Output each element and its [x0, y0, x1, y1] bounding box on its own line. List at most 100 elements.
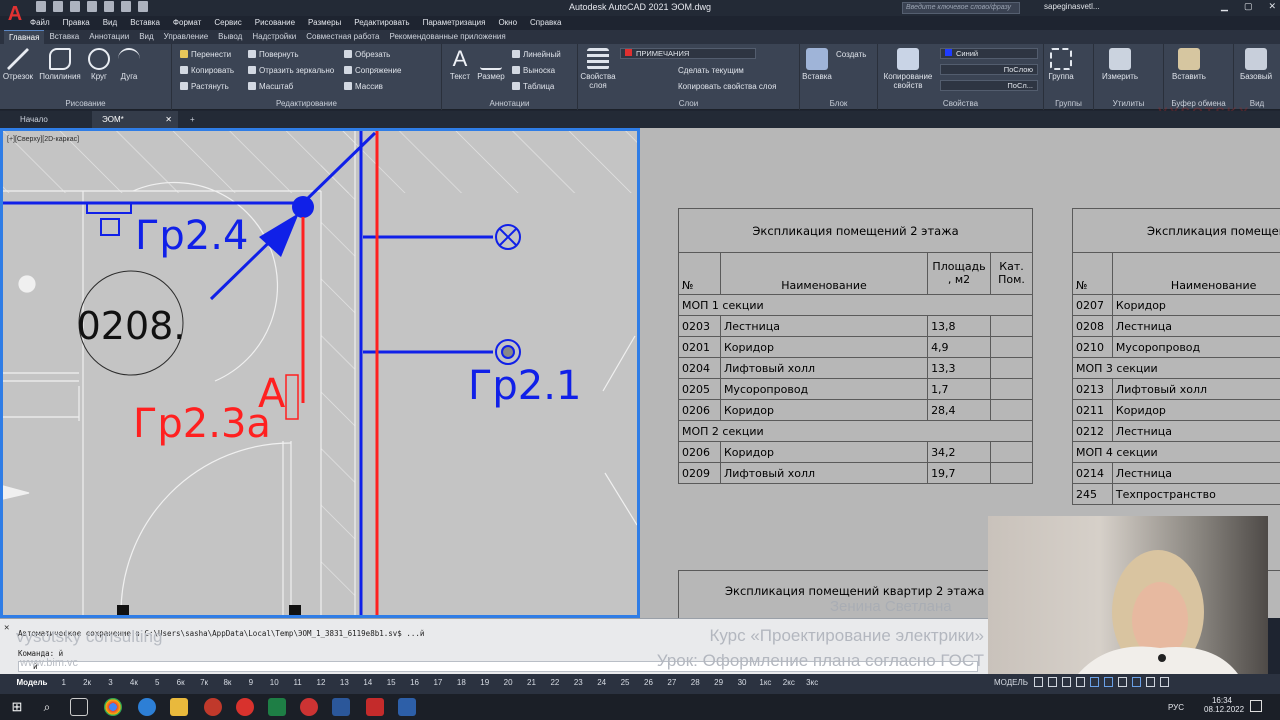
layout-tab[interactable]: 24 [590, 678, 613, 687]
tab-addins[interactable]: Надстройки [247, 30, 301, 44]
windows-start-icon[interactable]: ⊞ [8, 698, 26, 716]
annotation-scale-icon[interactable] [1132, 677, 1141, 687]
layout-tab[interactable]: 19 [473, 678, 496, 687]
measure-button[interactable]: Измерить [1098, 48, 1142, 81]
layout-tab[interactable]: 12 [309, 678, 332, 687]
save-as-icon[interactable] [87, 1, 97, 12]
tab-collaborate[interactable]: Совместная работа [301, 30, 384, 44]
otrack-icon[interactable] [1104, 677, 1113, 687]
layout-tab[interactable]: 29 [707, 678, 730, 687]
layout-tab[interactable]: 21 [520, 678, 543, 687]
maximize-icon[interactable]: ▢ [1244, 1, 1253, 12]
file-explorer-icon[interactable] [170, 698, 188, 716]
word-icon[interactable] [332, 698, 350, 716]
open-file-icon[interactable] [53, 1, 63, 12]
language-indicator[interactable]: РУС [1168, 703, 1184, 712]
calculator-icon[interactable] [268, 698, 286, 716]
layout-tab[interactable]: 26 [637, 678, 660, 687]
modify-group-label[interactable]: Редактирование [172, 99, 441, 108]
trim-button[interactable]: Обрезать [344, 50, 390, 59]
layout-tab[interactable]: 22 [543, 678, 566, 687]
menu-edit[interactable]: Правка [63, 18, 90, 30]
tab-insert[interactable]: Вставка [44, 30, 84, 44]
new-file-icon[interactable] [36, 1, 46, 12]
match-properties-button[interactable]: Копирование свойств [880, 48, 936, 90]
linetype-dropdown[interactable]: ПоСлою [940, 64, 1038, 75]
tab-start[interactable]: Начало [10, 111, 90, 128]
layout-tab[interactable]: 23 [567, 678, 590, 687]
customize-icon[interactable] [1160, 677, 1169, 687]
tab-home[interactable]: Главная [4, 30, 45, 44]
tab-annotate[interactable]: Аннотации [84, 30, 134, 44]
save-icon[interactable] [70, 1, 80, 12]
layout-tab[interactable]: 3кс [801, 678, 824, 687]
model-space-toggle[interactable]: МОДЕЛЬ [994, 678, 1028, 687]
layout-tab[interactable]: 30 [730, 678, 753, 687]
redo-icon[interactable] [138, 1, 148, 12]
utilities-group-label[interactable]: Утилиты [1094, 99, 1163, 108]
tab-featured-apps[interactable]: Рекомендованные приложения [384, 30, 510, 44]
tab-output[interactable]: Вывод [213, 30, 247, 44]
color-dropdown[interactable]: Синий [940, 48, 1038, 59]
menu-modify[interactable]: Редактировать [354, 18, 409, 30]
layout-tab[interactable]: 4к [122, 678, 145, 687]
task-view-icon[interactable] [70, 698, 88, 716]
layer-dropdown[interactable]: ПРИМЕЧАНИЯ [620, 48, 756, 59]
scale-button[interactable]: Масштаб [248, 82, 293, 91]
layout-tab[interactable]: 25 [613, 678, 636, 687]
plot-icon[interactable] [104, 1, 114, 12]
osnap-icon[interactable] [1090, 677, 1099, 687]
move-button[interactable]: Перенести [180, 50, 231, 59]
menu-insert[interactable]: Вставка [130, 18, 160, 30]
linear-dim-button[interactable]: Линейный [512, 50, 561, 59]
menu-window[interactable]: Окно [498, 18, 517, 30]
group-button[interactable]: Группа [1046, 48, 1076, 81]
menu-format[interactable]: Формат [173, 18, 201, 30]
lineweight-icon[interactable] [1118, 677, 1127, 687]
menu-file[interactable]: Файл [30, 18, 50, 30]
layout-tab[interactable]: 2кс [777, 678, 800, 687]
layout-tab[interactable]: 17 [426, 678, 449, 687]
table-button[interactable]: Таблица [512, 82, 554, 91]
minimize-icon[interactable]: ▁ [1221, 1, 1228, 12]
undo-icon[interactable] [121, 1, 131, 12]
layers-group-label[interactable]: Слои [578, 99, 799, 108]
rotate-button[interactable]: Повернуть [248, 50, 299, 59]
annotation-group-label[interactable]: Аннотации [442, 99, 577, 108]
autocad-taskbar-icon[interactable] [366, 698, 384, 716]
lineweight-dropdown[interactable]: ПоСл... [940, 80, 1038, 91]
close-command-icon[interactable]: ✕ [4, 623, 14, 633]
room-schedule-table-2[interactable]: Экспликация помещен № Наименование 0207 К… [1072, 208, 1280, 505]
stretch-button[interactable]: Растянуть [180, 82, 229, 91]
leader-button[interactable]: Выноска [512, 66, 555, 75]
opera-icon[interactable] [204, 698, 222, 716]
room-schedule-table-1[interactable]: Экспликация помещений 2 этажа № Наименов… [678, 208, 1033, 484]
fillet-button[interactable]: Сопряжение [344, 66, 401, 75]
search-input[interactable]: Введите ключевое слово/фразу [902, 2, 1020, 14]
dimension-button[interactable]: Размер [476, 48, 506, 81]
yandex-icon[interactable] [236, 698, 254, 716]
layer-properties-button[interactable]: Свойства слоя [580, 48, 616, 90]
insert-block-button[interactable]: Вставка [802, 48, 832, 81]
groups-group-label[interactable]: Группы [1044, 99, 1093, 108]
menu-parametric[interactable]: Параметризация [423, 18, 486, 30]
layout-tab[interactable]: 1кс [754, 678, 777, 687]
layout-tab[interactable]: 28 [684, 678, 707, 687]
close-icon[interactable]: ✕ [1268, 1, 1276, 12]
grid-icon[interactable] [1034, 677, 1043, 687]
layout-tab[interactable]: 14 [356, 678, 379, 687]
layout-tab[interactable]: 11 [286, 678, 309, 687]
tab-view[interactable]: Вид [134, 30, 158, 44]
block-group-label[interactable]: Блок [800, 99, 877, 108]
menu-view[interactable]: Вид [103, 18, 117, 30]
menu-help[interactable]: Справка [530, 18, 561, 30]
mirror-button[interactable]: Отразить зеркально [248, 66, 334, 75]
layout-tab[interactable]: 16 [403, 678, 426, 687]
copy-button[interactable]: Копировать [180, 66, 234, 75]
layout-tab[interactable]: 3 [99, 678, 122, 687]
line-button[interactable]: Отрезок [2, 48, 34, 81]
workspace-icon[interactable] [1146, 677, 1155, 687]
circle-button[interactable]: Круг [86, 48, 112, 81]
text-button[interactable]: A Текст [446, 48, 474, 82]
layout-tab[interactable]: 27 [660, 678, 683, 687]
